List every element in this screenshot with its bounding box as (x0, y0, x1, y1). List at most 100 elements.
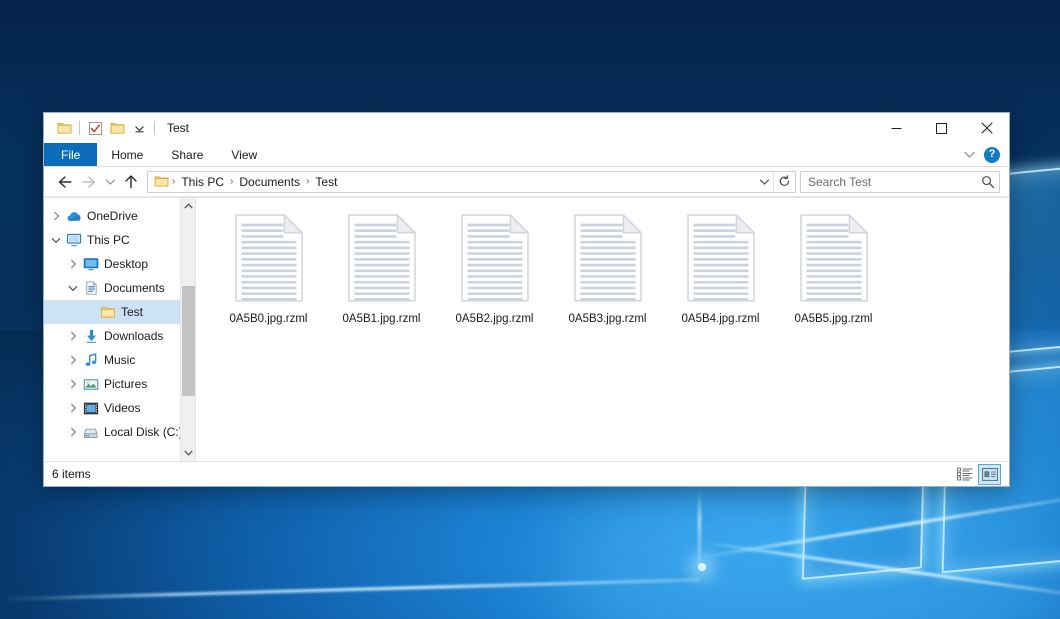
navigation-pane: OneDrive This PC Desktop Documents Test Downl… (44, 198, 196, 461)
generic-document-icon (798, 214, 870, 305)
chevron-down-icon[interactable] (128, 117, 150, 139)
chevron-right-icon[interactable] (65, 427, 81, 437)
quick-access-toolbar: Test (44, 117, 189, 139)
help-icon[interactable]: ? (984, 147, 1000, 163)
file-item[interactable]: 0A5B0.jpg.rzml (212, 210, 325, 326)
item-count-label: 6 items (52, 467, 91, 481)
music-icon (81, 352, 101, 368)
search-input[interactable] (808, 175, 981, 189)
chevron-right-icon[interactable] (48, 211, 64, 221)
sidebar-item-videos[interactable]: Videos (44, 396, 195, 420)
maximize-button[interactable] (919, 113, 964, 143)
forward-button[interactable] (77, 170, 101, 194)
sidebar-item-local-disk-c[interactable]: Local Disk (C:) (44, 420, 195, 444)
sidebar-item-label: Desktop (104, 257, 148, 271)
folder-icon[interactable] (53, 117, 75, 139)
scrollbar-thumb[interactable] (182, 286, 195, 396)
tab-file[interactable]: File (44, 143, 97, 166)
breadcrumb-test[interactable]: Test (310, 173, 342, 191)
chevron-down-icon[interactable] (65, 285, 81, 292)
sidebar-item-this-pc[interactable]: This PC (44, 228, 195, 252)
documents-icon (81, 280, 101, 296)
explorer-body: OneDrive This PC Desktop Documents Test Downl… (44, 197, 1009, 461)
scroll-up-icon[interactable] (181, 198, 196, 214)
large-icons-view-button[interactable] (978, 464, 1001, 485)
breadcrumb: › This PC › Documents › Test (148, 173, 755, 191)
sidebar-item-label: This PC (87, 233, 130, 247)
chevron-down-icon[interactable] (48, 237, 64, 244)
recent-locations-button[interactable] (101, 170, 119, 194)
tab-share[interactable]: Share (157, 143, 217, 166)
tab-view[interactable]: View (217, 143, 271, 166)
chevron-right-icon[interactable] (65, 379, 81, 389)
properties-icon[interactable] (84, 117, 106, 139)
sidebar-item-desktop[interactable]: Desktop (44, 252, 195, 276)
refresh-icon[interactable] (773, 172, 795, 192)
chevron-right-icon[interactable] (65, 331, 81, 341)
sidebar-item-label: Test (121, 305, 143, 319)
title-bar: Test (44, 113, 1009, 143)
qat-separator-2 (154, 121, 155, 135)
file-name-label: 0A5B5.jpg.rzml (793, 312, 875, 326)
status-bar: 6 items (44, 461, 1009, 486)
file-item[interactable]: 0A5B4.jpg.rzml (664, 210, 777, 326)
navigation-scrollbar[interactable] (180, 198, 195, 461)
file-explorer-window: Test File Home Share View (43, 112, 1010, 487)
file-list-pane[interactable]: 0A5B0.jpg.rzml 0A5B1.jpg.rzml 0A5B2.jpg.rz… (196, 198, 1009, 461)
breadcrumb-documents[interactable]: Documents (234, 173, 305, 191)
sidebar-item-documents[interactable]: Documents (44, 276, 195, 300)
breadcrumb-this-pc[interactable]: This PC (176, 173, 229, 191)
sidebar-item-downloads[interactable]: Downloads (44, 324, 195, 348)
address-bar[interactable]: › This PC › Documents › Test (147, 171, 796, 193)
cloud-icon (64, 208, 84, 225)
sidebar-item-music[interactable]: Music (44, 348, 195, 372)
close-button[interactable] (964, 113, 1009, 143)
file-name-label: 0A5B1.jpg.rzml (341, 312, 423, 326)
address-bar-controls (755, 172, 795, 192)
chevron-right-icon[interactable] (65, 403, 81, 413)
sidebar-item-label: Videos (104, 401, 140, 415)
new-folder-icon[interactable] (106, 117, 128, 139)
videos-icon (81, 401, 101, 416)
file-name-label: 0A5B3.jpg.rzml (567, 312, 649, 326)
file-grid: 0A5B0.jpg.rzml 0A5B1.jpg.rzml 0A5B2.jpg.rz… (212, 210, 1009, 326)
details-view-button[interactable] (953, 464, 976, 485)
expand-ribbon-icon[interactable] (963, 150, 976, 159)
sidebar-item-onedrive[interactable]: OneDrive (44, 204, 195, 228)
sidebar-item-test[interactable]: Test (44, 300, 195, 324)
folder-icon (98, 305, 118, 320)
scroll-down-icon[interactable] (181, 445, 196, 461)
up-button[interactable] (119, 170, 143, 194)
generic-document-icon (346, 214, 418, 305)
file-name-label: 0A5B0.jpg.rzml (228, 312, 310, 326)
breadcrumb-folder-icon (152, 175, 171, 188)
sidebar-item-pictures[interactable]: Pictures (44, 372, 195, 396)
sidebar-item-label: OneDrive (87, 209, 138, 223)
file-item[interactable]: 0A5B3.jpg.rzml (551, 210, 664, 326)
back-button[interactable] (53, 170, 77, 194)
download-icon (81, 328, 101, 344)
desktop: Test File Home Share View (0, 0, 1060, 619)
tab-home[interactable]: Home (97, 143, 157, 166)
search-box[interactable] (800, 171, 1000, 193)
file-item[interactable]: 0A5B2.jpg.rzml (438, 210, 551, 326)
file-name-label: 0A5B4.jpg.rzml (680, 312, 762, 326)
navigation-tree: OneDrive This PC Desktop Documents Test Downl… (44, 204, 195, 444)
address-bar-row: › This PC › Documents › Test (44, 167, 1009, 197)
address-dropdown-icon[interactable] (755, 172, 773, 192)
chevron-right-icon[interactable] (65, 355, 81, 365)
window-controls (874, 113, 1009, 143)
light-ray-vertical-1 (698, 488, 701, 568)
file-item[interactable]: 0A5B1.jpg.rzml (325, 210, 438, 326)
generic-document-icon (233, 214, 305, 305)
search-icon[interactable] (981, 175, 995, 189)
view-mode-buttons (953, 464, 1001, 485)
generic-document-icon (459, 214, 531, 305)
chevron-right-icon[interactable] (65, 259, 81, 269)
minimize-button[interactable] (874, 113, 919, 143)
file-name-label: 0A5B2.jpg.rzml (454, 312, 536, 326)
drive-icon (81, 425, 101, 440)
sidebar-item-label: Downloads (104, 329, 163, 343)
file-item[interactable]: 0A5B5.jpg.rzml (777, 210, 890, 326)
desktop-icon (81, 256, 101, 272)
